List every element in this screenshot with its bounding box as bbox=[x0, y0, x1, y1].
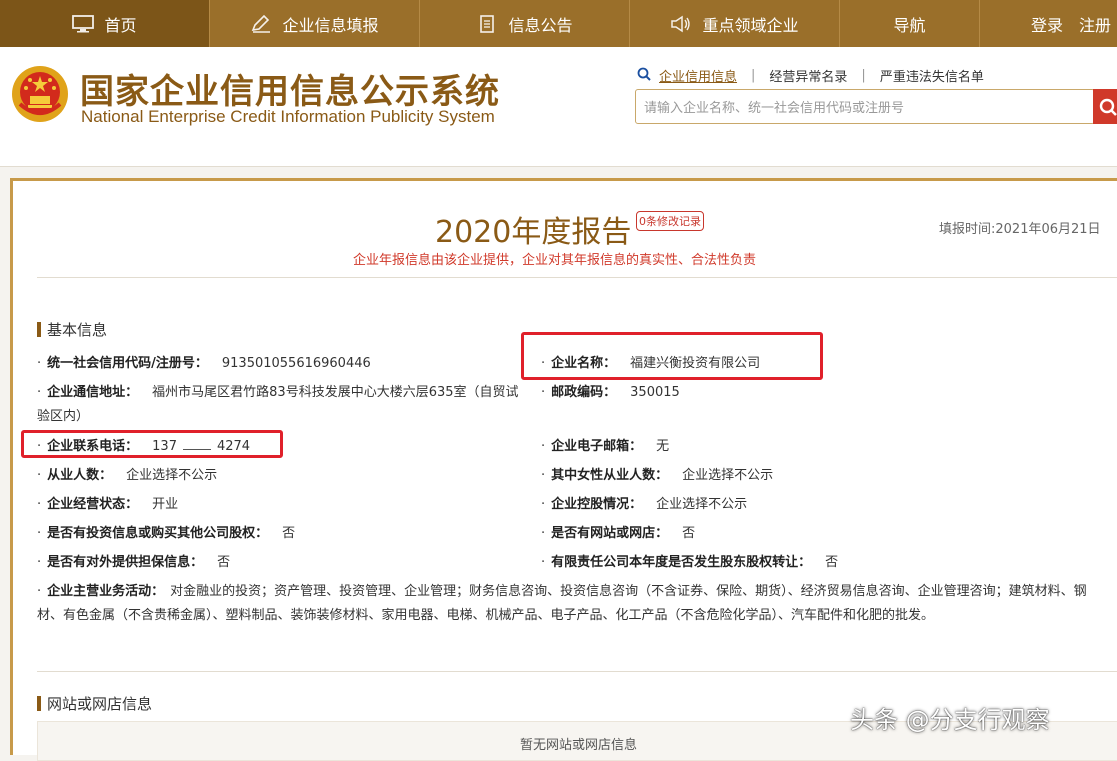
section-marker bbox=[37, 696, 41, 711]
field-postcode: · 邮政编码： 350015 bbox=[541, 385, 680, 400]
field-status: · 企业经营状态： 开业 bbox=[37, 497, 179, 512]
section-basic-info: 基本信息 bbox=[37, 319, 107, 340]
national-emblem-icon bbox=[10, 64, 70, 124]
nav-home-label: 首页 bbox=[104, 15, 137, 35]
section-website-info: 网站或网店信息 bbox=[37, 693, 152, 714]
site-title: 国家企业信用信息公示系统 bbox=[80, 72, 500, 112]
nav-info-filing[interactable]: 企业信息填报 bbox=[210, 0, 420, 47]
search-icon bbox=[637, 67, 651, 85]
section-title: 基本信息 bbox=[47, 321, 108, 339]
search-input[interactable]: 请输入企业名称、统一社会信用代码或注册号 bbox=[635, 89, 1095, 124]
field-guarantee: · 是否有对外提供担保信息：否 bbox=[37, 555, 231, 570]
section-marker bbox=[37, 322, 41, 337]
nav-key-enterprises[interactable]: 重点领域企业 bbox=[630, 0, 840, 47]
disclaimer: 企业年报信息由该企业提供，企业对其年报信息的真实性、合法性负责 bbox=[353, 253, 757, 268]
auth-links: 登录 注册 bbox=[1015, 0, 1117, 47]
highlight-box bbox=[521, 332, 823, 380]
edit-icon bbox=[250, 14, 272, 33]
search-tabs: 企业信用信息 | 经营异常名录 | 严重违法失信名单 bbox=[637, 66, 984, 85]
field-investment: · 是否有投资信息或购买其他公司股权：否 bbox=[37, 526, 296, 541]
highlight-box bbox=[21, 430, 283, 458]
field-business-scope: · 企业主营业务活动： 对金融业的投资；资产管理、投资管理、企业管理；财务信息咨询、… bbox=[37, 584, 1087, 623]
field-credit-code: · 统一社会信用代码/注册号： 913501055616960446 bbox=[37, 356, 371, 371]
fill-time: 填报时间:2021年06月21日 bbox=[939, 222, 1101, 237]
tab-separator: | bbox=[861, 68, 866, 83]
field-female-employees: · 其中女性从业人数： 企业选择不公示 bbox=[541, 468, 774, 483]
report-title: 2020年度报告 bbox=[435, 215, 632, 250]
field-holding: · 企业控股情况： 企业选择不公示 bbox=[541, 497, 748, 512]
search-tab-credit[interactable]: 企业信用信息 bbox=[659, 66, 737, 85]
login-link[interactable]: 登录 bbox=[1031, 12, 1063, 36]
site-header: 国家企业信用信息公示系统 National Enterprise Credit … bbox=[0, 47, 1117, 167]
site-title-en: National Enterprise Credit Information P… bbox=[81, 107, 495, 126]
search-button[interactable] bbox=[1093, 89, 1117, 124]
field-website: · 是否有网站或网店：否 bbox=[541, 526, 696, 541]
nav-guide-label: 导航 bbox=[893, 15, 926, 35]
field-address: · 企业通信地址： 福州市马尾区君竹路83号科技发展中心大楼六层635室（自贸试验区… bbox=[37, 385, 519, 424]
speaker-icon bbox=[670, 15, 692, 33]
nav-home[interactable]: 首页 bbox=[0, 0, 210, 47]
watermark: 头条 @分支行观察 bbox=[850, 706, 1050, 734]
report-panel: 2020年度报告 0条修改记录 填报时间:2021年06月21日 企业年报信息由… bbox=[10, 178, 1117, 761]
divider bbox=[37, 671, 1117, 672]
field-email: · 企业电子邮箱：无 bbox=[541, 439, 670, 454]
nav-guide[interactable]: 导航 bbox=[840, 0, 980, 47]
monitor-icon bbox=[72, 14, 95, 33]
nav-announcement[interactable]: 信息公告 bbox=[420, 0, 630, 47]
nav-key-enterprises-label: 重点领域企业 bbox=[702, 15, 799, 35]
register-link[interactable]: 注册 bbox=[1079, 12, 1111, 36]
tab-separator: | bbox=[751, 68, 756, 83]
search-tab-blacklist[interactable]: 严重违法失信名单 bbox=[880, 66, 984, 85]
section-title: 网站或网店信息 bbox=[47, 695, 153, 713]
revision-record-badge[interactable]: 0条修改记录 bbox=[636, 211, 704, 231]
document-icon bbox=[476, 14, 498, 33]
field-employees: · 从业人数： 企业选择不公示 bbox=[37, 468, 218, 483]
nav-info-filing-label: 企业信息填报 bbox=[282, 15, 379, 35]
field-equity-transfer: · 有限责任公司本年度是否发生股东股权转让：否 bbox=[541, 555, 839, 570]
search-icon bbox=[1099, 98, 1117, 116]
search-tab-abnormal[interactable]: 经营异常名录 bbox=[769, 66, 847, 85]
divider bbox=[37, 277, 1117, 278]
nav-announcement-label: 信息公告 bbox=[508, 15, 573, 35]
top-nav: 首页 企业信息填报 信息公告 重点领域企业 导航 登录 注册 bbox=[0, 0, 1117, 47]
